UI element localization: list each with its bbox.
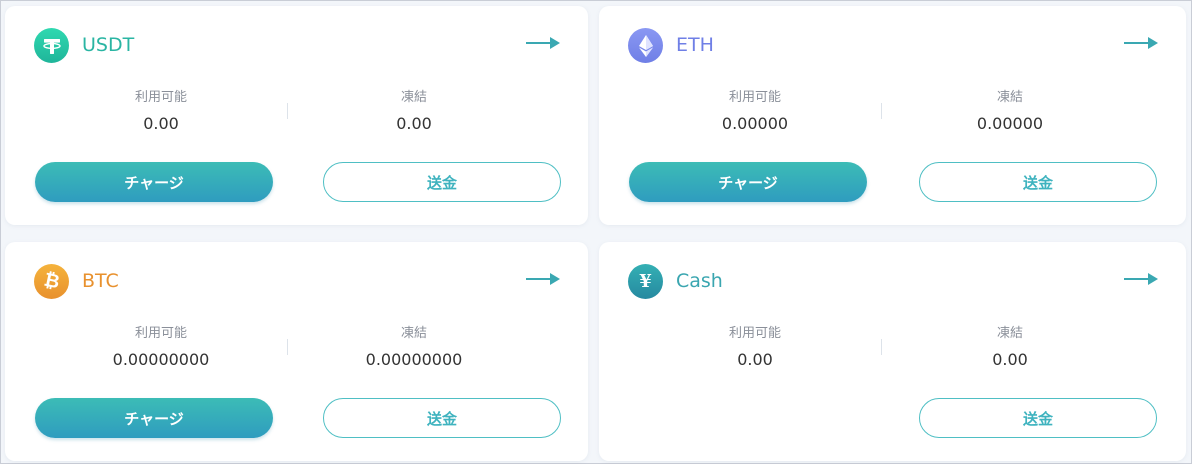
frozen-value: 0.00 (396, 114, 432, 133)
available-balance: 利用可能 0.00 (675, 325, 835, 371)
charge-button[interactable]: チャージ (35, 162, 273, 202)
frozen-value: 0.00 (992, 350, 1028, 369)
frozen-balance: 凍結 0.00 (930, 325, 1090, 371)
charge-button[interactable]: チャージ (35, 398, 273, 438)
frozen-balance: 凍結 0.00000 (930, 89, 1090, 135)
frozen-balance: 凍結 0.00 (334, 89, 494, 135)
yen-icon: ¥ (628, 264, 663, 299)
ethereum-icon (628, 28, 663, 63)
coin-name: Cash (676, 270, 723, 292)
arrow-right-icon[interactable] (526, 272, 560, 286)
available-value: 0.00000000 (112, 350, 210, 369)
wallet-card-eth: ETH 利用可能 0.00000 凍結 0.00000 チャージ 送金 (599, 6, 1186, 225)
available-value: 0.00 (143, 114, 179, 133)
divider (881, 103, 882, 119)
available-balance: 利用可能 0.00 (81, 89, 241, 135)
tether-icon (34, 28, 69, 63)
wallet-card-cash: ¥ Cash 利用可能 0.00 凍結 0.00 送金 (599, 242, 1186, 461)
available-label: 利用可能 (134, 90, 187, 105)
coin-name: BTC (82, 270, 119, 292)
coin-name: ETH (676, 34, 714, 56)
frozen-label: 凍結 (400, 90, 427, 105)
bitcoin-icon: ₿ (34, 264, 69, 299)
send-button[interactable]: 送金 (323, 162, 561, 202)
frozen-value: 0.00000000 (365, 350, 463, 369)
frozen-value: 0.00000 (976, 114, 1044, 133)
arrow-right-icon[interactable] (1124, 272, 1158, 286)
frozen-label: 凍結 (996, 326, 1023, 341)
send-button[interactable]: 送金 (919, 162, 1157, 202)
wallet-card-usdt: USDT 利用可能 0.00 凍結 0.00 チャージ 送金 (5, 6, 588, 225)
send-button[interactable]: 送金 (919, 398, 1157, 438)
available-balance: 利用可能 0.00000000 (81, 325, 241, 371)
available-value: 0.00000 (721, 114, 789, 133)
frozen-balance: 凍結 0.00000000 (334, 325, 494, 371)
arrow-right-icon[interactable] (526, 36, 560, 50)
divider (287, 103, 288, 119)
divider (881, 339, 882, 355)
arrow-right-icon[interactable] (1124, 36, 1158, 50)
send-button[interactable]: 送金 (323, 398, 561, 438)
frozen-label: 凍結 (400, 326, 427, 341)
available-balance: 利用可能 0.00000 (675, 89, 835, 135)
available-label: 利用可能 (134, 326, 187, 341)
available-label: 利用可能 (728, 90, 781, 105)
charge-button[interactable]: チャージ (629, 162, 867, 202)
frozen-label: 凍結 (996, 90, 1023, 105)
coin-name: USDT (82, 34, 135, 56)
available-value: 0.00 (737, 350, 773, 369)
available-label: 利用可能 (728, 326, 781, 341)
divider (287, 339, 288, 355)
wallet-card-btc: ₿ BTC 利用可能 0.00000000 凍結 0.00000000 チャージ… (5, 242, 588, 461)
